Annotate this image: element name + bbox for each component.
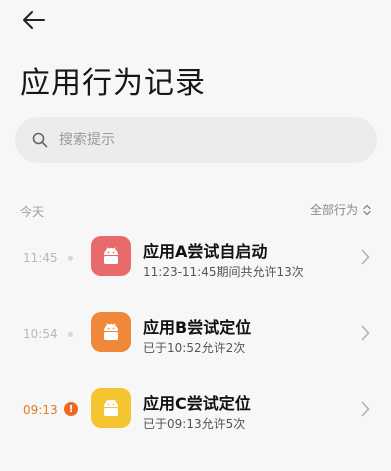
behavior-filter-dropdown[interactable]: 全部行为 xyxy=(310,201,371,218)
app-behavior-screen: 应用行为记录 今天 全部行为 11:45 xyxy=(0,0,391,471)
record-time: 11:45 xyxy=(23,251,58,265)
record-subtitle: 已于09:13允许5次 xyxy=(143,417,246,431)
chevron-updown-icon xyxy=(363,204,371,216)
android-icon xyxy=(91,312,131,352)
record-row[interactable]: 09:13 ! 应用C尝试定位 已于09:13允许5次 xyxy=(0,376,391,452)
section-date-label: 今天 xyxy=(20,205,45,219)
android-icon xyxy=(91,388,131,428)
chevron-right-icon xyxy=(359,324,371,342)
record-subtitle: 已于10:52允许2次 xyxy=(143,341,246,355)
search-icon xyxy=(31,131,49,149)
chevron-right-icon xyxy=(359,400,371,418)
timeline-dot xyxy=(68,332,73,337)
chevron-right-icon xyxy=(359,248,371,266)
record-time: 10:54 xyxy=(23,327,58,341)
android-icon xyxy=(91,236,131,276)
record-time: 09:13 xyxy=(23,403,58,417)
alert-badge-icon: ! xyxy=(64,402,78,416)
record-subtitle: 11:23-11:45期间共允许13次 xyxy=(143,265,304,279)
record-title: 应用B尝试定位 xyxy=(143,318,252,337)
search-bar[interactable] xyxy=(15,117,377,163)
page-title: 应用行为记录 xyxy=(20,66,206,101)
filter-label: 全部行为 xyxy=(309,203,358,217)
record-row[interactable]: 10:54 应用B尝试定位 已于10:52允许2次 xyxy=(0,300,391,376)
search-input[interactable] xyxy=(59,132,339,148)
record-list: 11:45 应用A尝试自启动 11:23-11:45期间共允许13次 10:54 xyxy=(0,224,391,452)
record-title: 应用C尝试定位 xyxy=(143,394,251,413)
back-button[interactable] xyxy=(18,8,50,36)
record-title: 应用A尝试自启动 xyxy=(143,242,268,261)
timeline-dot xyxy=(68,256,73,261)
record-row[interactable]: 11:45 应用A尝试自启动 11:23-11:45期间共允许13次 xyxy=(0,224,391,300)
arrow-left-icon xyxy=(22,10,46,34)
